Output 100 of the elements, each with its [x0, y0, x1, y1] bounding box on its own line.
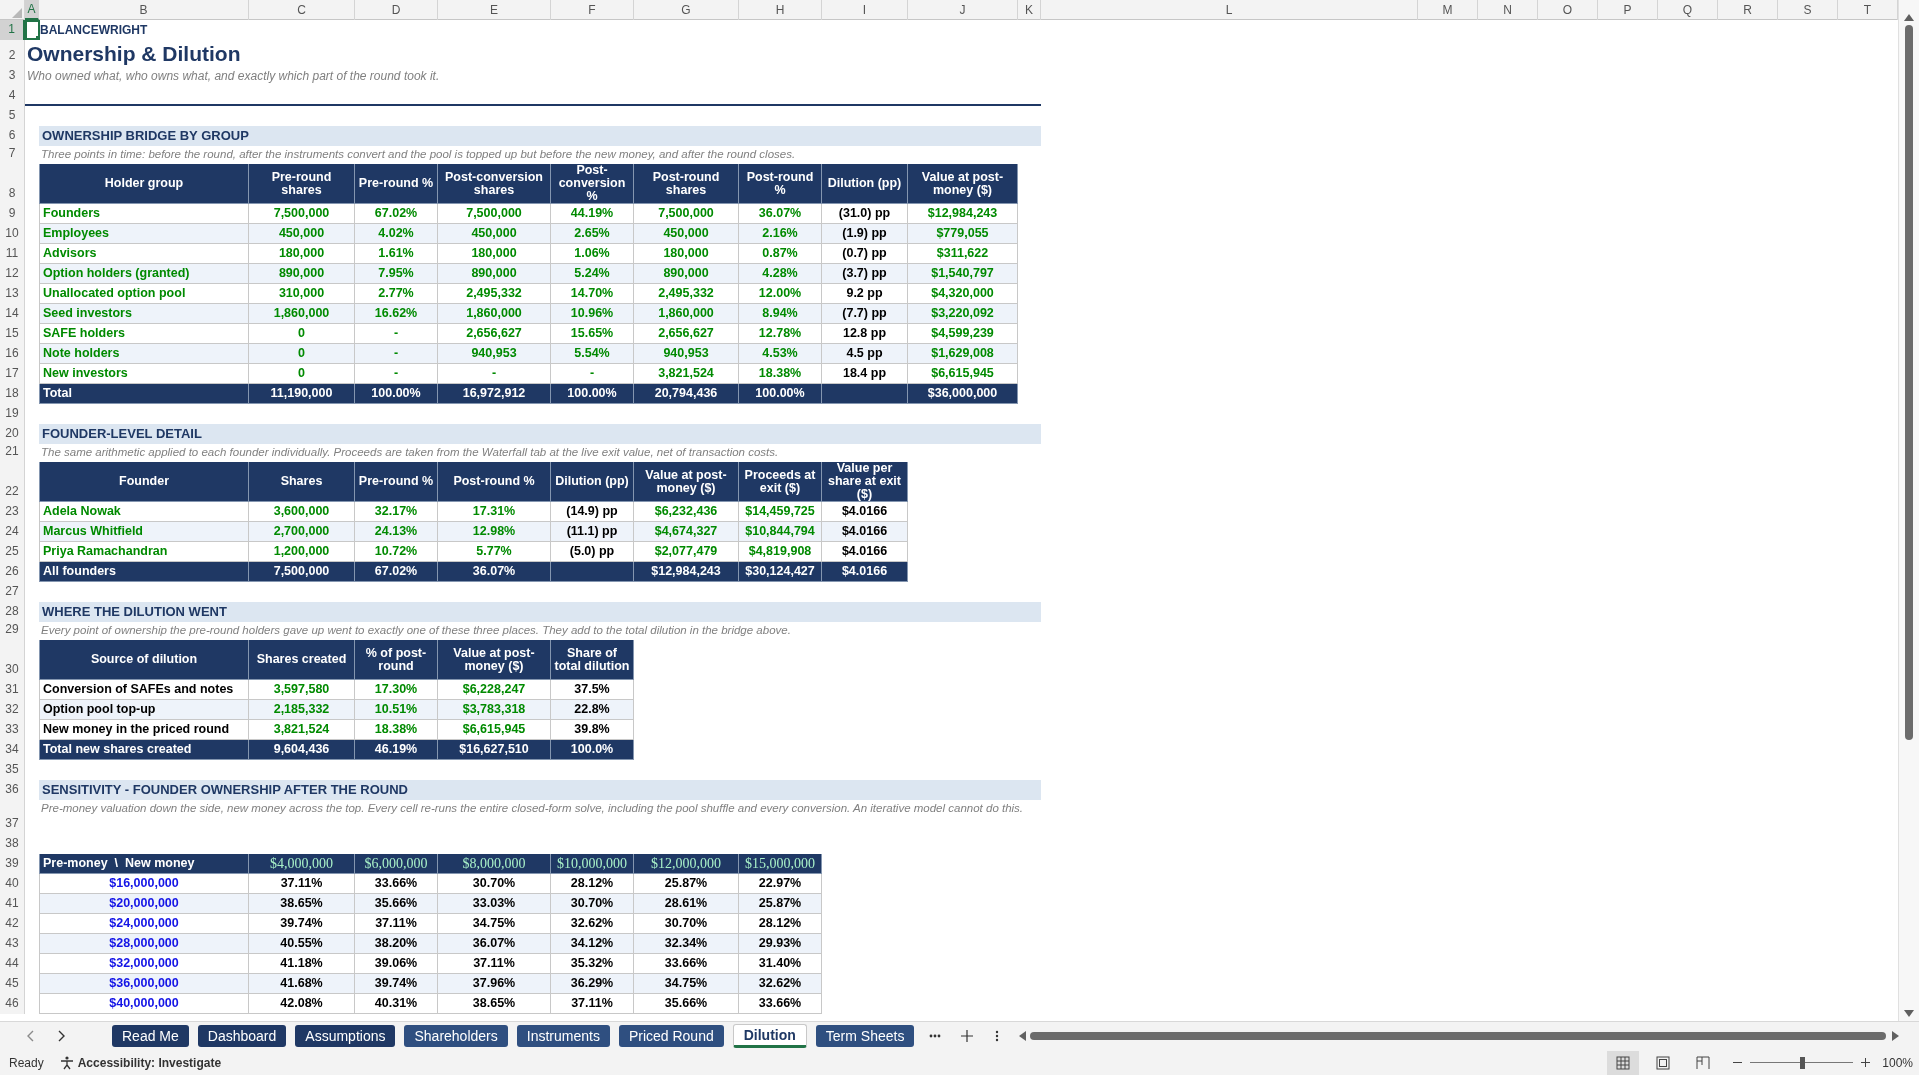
row-header[interactable]: 32 [0, 700, 25, 720]
row-header[interactable]: 20 [0, 424, 25, 444]
row-header[interactable]: 7 [0, 146, 25, 164]
row-header[interactable]: 18 [0, 384, 25, 404]
row-header[interactable]: 9 [0, 204, 25, 224]
row-header[interactable]: 24 [0, 522, 25, 542]
row-header[interactable]: 33 [0, 720, 25, 740]
row-header[interactable]: 31 [0, 680, 25, 700]
zoom-in-icon[interactable] [1861, 1058, 1871, 1067]
row-header[interactable]: 23 [0, 502, 25, 522]
row-header[interactable]: 6 [0, 126, 25, 146]
sheet-tab[interactable]: Dilution [732, 1024, 807, 1048]
zoom-slider[interactable] [1750, 1056, 1854, 1069]
row-header[interactable]: 34 [0, 740, 25, 760]
row-header[interactable]: 1 [0, 20, 25, 40]
row-header[interactable]: 44 [0, 954, 25, 974]
row-header[interactable]: 45 [0, 974, 25, 994]
row-header[interactable]: 25 [0, 542, 25, 562]
normal-view-icon[interactable] [1607, 1050, 1640, 1075]
column-header[interactable]: F [551, 0, 634, 20]
row-header[interactable]: 26 [0, 562, 25, 582]
row-header[interactable]: 29 [0, 622, 25, 640]
table-cell: 5.54% [551, 344, 634, 364]
row-header[interactable]: 13 [0, 284, 25, 304]
column-header[interactable]: Q [1658, 0, 1718, 20]
column-header[interactable]: K [1018, 0, 1041, 20]
column-heading: Post-conversion shares [438, 164, 551, 204]
row-header[interactable]: 30 [0, 640, 25, 680]
column-header[interactable]: C [249, 0, 355, 20]
scroll-left-icon[interactable] [1019, 1031, 1027, 1041]
more-icon[interactable] [929, 1034, 942, 1038]
row-header[interactable]: 46 [0, 994, 25, 1014]
accessibility-status[interactable]: Accessibility: Investigate [77, 1053, 222, 1072]
row-header[interactable]: 27 [0, 582, 25, 602]
column-header[interactable]: N [1478, 0, 1538, 20]
column-header[interactable]: J [908, 0, 1018, 20]
scroll-up-icon[interactable] [1904, 14, 1914, 21]
column-header[interactable]: E [438, 0, 551, 20]
column-header[interactable]: H [739, 0, 822, 20]
row-header[interactable]: 37 [0, 800, 25, 834]
column-header[interactable]: G [634, 0, 739, 20]
horizontal-scrollbar[interactable] [1030, 1032, 1886, 1040]
sheet-tab[interactable]: Dashboard [197, 1025, 287, 1047]
row-header[interactable]: 15 [0, 324, 25, 344]
sheet-tab[interactable]: Assumptions [295, 1025, 396, 1047]
table-cell: 2,656,627 [438, 324, 551, 344]
column-header[interactable]: M [1418, 0, 1478, 20]
section-heading: SENSITIVITY - FOUNDER OWNERSHIP AFTER THE ROUND [39, 780, 1041, 800]
previous-sheet-icon[interactable] [26, 1030, 35, 1042]
row-header[interactable]: 19 [0, 404, 25, 424]
row-header[interactable]: 28 [0, 602, 25, 622]
column-header[interactable]: O [1538, 0, 1598, 20]
total-cell: 36.07% [438, 562, 551, 582]
row-header[interactable]: 17 [0, 364, 25, 384]
row-header[interactable]: 35 [0, 760, 25, 780]
column-header[interactable]: A [25, 0, 39, 20]
row-header[interactable]: 3 [0, 66, 25, 86]
accessibility-icon[interactable] [59, 1055, 74, 1070]
row-header[interactable]: 10 [0, 224, 25, 244]
column-header[interactable]: R [1718, 0, 1778, 20]
row-header[interactable]: 22 [0, 462, 25, 502]
row-header[interactable]: 40 [0, 874, 25, 894]
zoom-level[interactable]: 100% [1882, 1053, 1913, 1072]
column-header[interactable]: S [1778, 0, 1838, 20]
next-sheet-icon[interactable] [57, 1030, 66, 1042]
row-header[interactable]: 4 [0, 86, 25, 106]
scroll-down-icon[interactable] [1904, 1010, 1914, 1017]
row-header[interactable]: 38 [0, 834, 25, 854]
row-header[interactable]: 42 [0, 914, 25, 934]
row-header[interactable]: 39 [0, 854, 25, 874]
row-header[interactable]: 5 [0, 106, 25, 126]
sheet-tab[interactable]: Term Sheets [815, 1025, 915, 1047]
column-header[interactable]: P [1598, 0, 1658, 20]
row-header[interactable]: 11 [0, 244, 25, 264]
table-cell: Note holders [39, 344, 249, 364]
vertical-scrollbar[interactable] [1898, 0, 1919, 1021]
row-header[interactable]: 36 [0, 780, 25, 800]
scroll-thumb[interactable] [1905, 25, 1913, 740]
sheet-tab[interactable]: Shareholders [404, 1025, 508, 1047]
zoom-slider-thumb[interactable] [1799, 1056, 1805, 1069]
sheet-tab[interactable]: Instruments [516, 1025, 610, 1047]
row-header[interactable]: 21 [0, 444, 25, 462]
column-header[interactable]: B [39, 0, 249, 20]
sheet-tab[interactable]: Read Me [112, 1025, 189, 1047]
total-cell: $4.0166 [822, 562, 908, 582]
vertical-dots-icon[interactable] [995, 1030, 1000, 1042]
column-header[interactable]: L [1041, 0, 1418, 20]
row-header[interactable]: 16 [0, 344, 25, 364]
row-header[interactable]: 41 [0, 894, 25, 914]
add-sheet-icon[interactable] [961, 1030, 974, 1042]
row-header[interactable]: 12 [0, 264, 25, 284]
row-header[interactable]: 14 [0, 304, 25, 324]
row-header[interactable]: 8 [0, 164, 25, 204]
row-header[interactable]: 2 [0, 40, 25, 66]
column-header[interactable]: D [355, 0, 438, 20]
row-header[interactable]: 43 [0, 934, 25, 954]
scroll-right-icon[interactable] [1892, 1031, 1899, 1041]
table-cell: 0 [249, 324, 355, 344]
sheet-tab[interactable]: Priced Round [618, 1025, 724, 1047]
column-header[interactable]: I [822, 0, 908, 20]
